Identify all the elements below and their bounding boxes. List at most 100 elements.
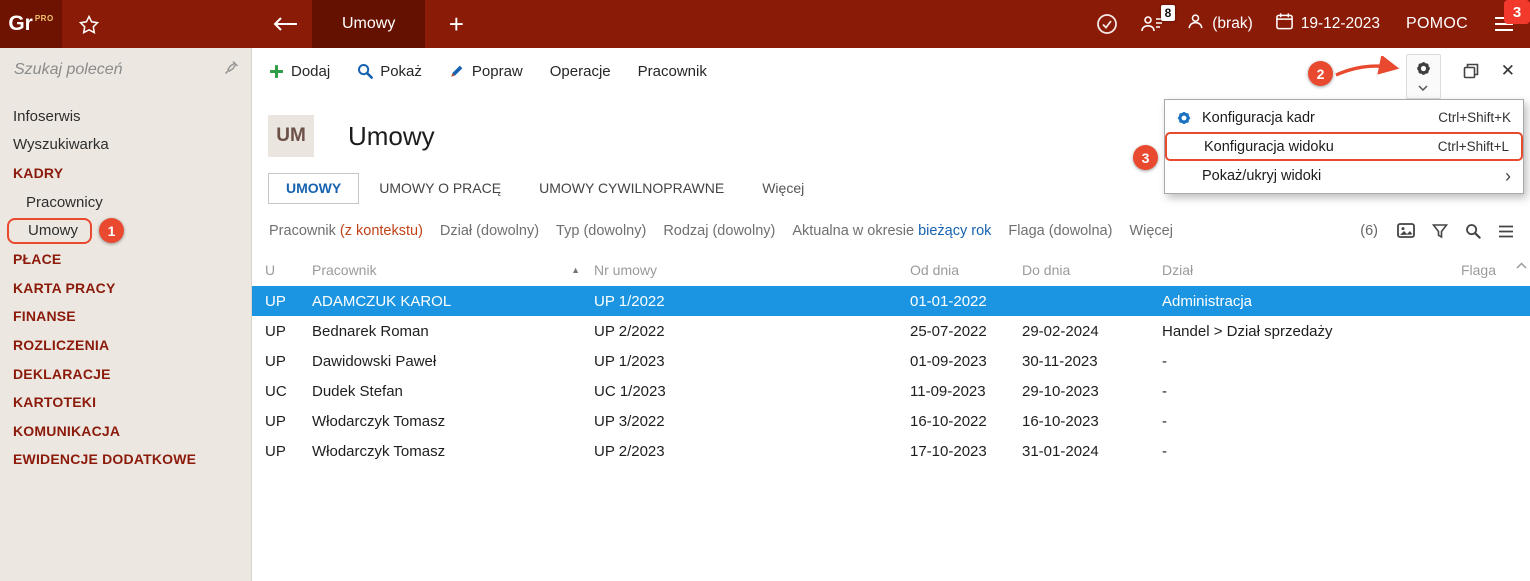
list-menu-icon[interactable] xyxy=(1498,225,1514,238)
table-body: UPADAMCZUK KAROLUP 1/202201-01-2022Admin… xyxy=(252,286,1530,466)
table-row-1[interactable]: UPADAMCZUK KAROLUP 1/202201-01-2022Admin… xyxy=(252,286,1530,316)
sidebar-item-komunikacja[interactable]: KOMUNIKACJA xyxy=(0,417,251,446)
cell-dzial: - xyxy=(1162,376,1442,406)
funnel-filter-icon[interactable] xyxy=(1432,223,1448,239)
table-row-6[interactable]: UPWłodarczyk TomaszUP 2/202317-10-202331… xyxy=(252,436,1530,466)
star-icon[interactable] xyxy=(62,15,116,34)
table-row-3[interactable]: UPDawidowski PawełUP 1/202301-09-202330-… xyxy=(252,346,1530,376)
settings-gear-icon[interactable] xyxy=(1406,54,1441,99)
toolbar-button-dodaj[interactable]: Dodaj xyxy=(269,63,330,80)
table-row-2[interactable]: UPBednarek RomanUP 2/202225-07-202229-02… xyxy=(252,316,1530,346)
filter-label: Flaga xyxy=(1008,223,1044,239)
menu-item-pokaz-ukryj-widoki[interactable]: Pokaż/ukryj widoki› xyxy=(1165,161,1523,190)
sidebar-item-infoserwis[interactable]: Infoserwis xyxy=(0,102,251,131)
filter-typ[interactable]: Typ (dowolny) xyxy=(556,223,646,239)
filter-flaga[interactable]: Flaga (dowolna) xyxy=(1008,223,1112,239)
table-row-5[interactable]: UPWłodarczyk TomaszUP 3/202216-10-202216… xyxy=(252,406,1530,436)
column-header-do-dnia[interactable]: Do dnia xyxy=(1022,254,1162,286)
check-circle-icon[interactable] xyxy=(1096,13,1118,35)
cell-pracownik: Włodarczyk Tomasz xyxy=(312,406,594,436)
logo-pro-badge: PRO xyxy=(35,14,54,23)
filter-label: Aktualna w okresie xyxy=(792,223,914,239)
restore-window-icon[interactable] xyxy=(1463,63,1479,79)
sidebar-item-pracownicy[interactable]: Pracownicy xyxy=(0,188,251,217)
column-header-label: Nr umowy xyxy=(594,262,657,278)
column-header-u[interactable]: U xyxy=(252,254,312,286)
view-tab-umowy[interactable]: UMOWY xyxy=(268,173,359,204)
chart-view-icon[interactable] xyxy=(1397,223,1415,239)
window-controls: ✕ xyxy=(1406,48,1530,94)
toolbar-button-operacje[interactable]: Operacje xyxy=(550,63,611,80)
cell-flaga xyxy=(1442,346,1530,376)
filter-dzial[interactable]: Dział (dowolny) xyxy=(440,223,539,239)
cell-nr-umowy: UC 1/2023 xyxy=(594,376,910,406)
date-indicator[interactable]: 19-12-2023 xyxy=(1275,12,1380,36)
filter-bar: Pracownik (z kontekstu) Dział (dowolny) Ty… xyxy=(252,216,1530,246)
cell-do-dnia: 29-10-2023 xyxy=(1022,376,1162,406)
pin-icon[interactable] xyxy=(224,60,239,80)
cell-nr-umowy: UP 3/2022 xyxy=(594,406,910,436)
column-header-nr-umowy[interactable]: Nr umowy xyxy=(594,254,910,286)
cell-nr-umowy: UP 1/2023 xyxy=(594,346,910,376)
chevron-down-icon xyxy=(1418,78,1428,96)
filter-value: (dowolna) xyxy=(1045,223,1113,239)
command-search-input[interactable]: Szukaj poleceń xyxy=(0,48,251,92)
view-tab-umowy-cywilnoprawne[interactable]: UMOWY CYWILNOPRAWNE xyxy=(521,173,742,204)
column-header-flaga[interactable]: Flaga xyxy=(1442,254,1530,286)
sidebar-item-place[interactable]: PŁACE xyxy=(0,245,251,274)
sidebar-item-kadry[interactable]: KADRY xyxy=(0,159,251,188)
sidebar-item-finanse[interactable]: FINANSE xyxy=(0,302,251,331)
notification-badge[interactable]: 3 xyxy=(1504,0,1530,24)
column-header-label: Flaga xyxy=(1461,262,1496,278)
filter-wiecej[interactable]: Więcej xyxy=(1129,223,1173,239)
settings-gear-icon xyxy=(1175,109,1202,127)
menu-item-konfiguracja-widoku[interactable]: Konfiguracja widokuCtrl+Shift+L xyxy=(1165,132,1523,161)
cell-flaga xyxy=(1442,316,1530,346)
user-indicator[interactable]: (brak) xyxy=(1186,12,1252,36)
column-header-od-dnia[interactable]: Od dnia xyxy=(910,254,1022,286)
column-header-label: U xyxy=(265,262,275,278)
view-tab-wiecej[interactable]: Więcej xyxy=(744,173,822,204)
open-tab-umowy[interactable]: Umowy xyxy=(312,0,425,48)
sidebar-item-ewidencje-dodatkowe[interactable]: EWIDENCJE DODATKOWE xyxy=(0,445,251,474)
sidebar-item-label: KOMUNIKACJA xyxy=(13,423,120,439)
annotation-step-2: 2 xyxy=(1308,61,1333,86)
cell-nr-umowy: UP 2/2023 xyxy=(594,436,910,466)
sidebar-item-kartoteki[interactable]: KARTOTEKI xyxy=(0,388,251,417)
menu-item-konfiguracja-kadr[interactable]: Konfiguracja kadrCtrl+Shift+K xyxy=(1165,103,1523,132)
new-tab-plus-icon[interactable]: + xyxy=(441,11,471,37)
view-tab-umowy-o-prace[interactable]: UMOWY O PRACĘ xyxy=(361,173,519,204)
sidebar-item-umowy[interactable]: Umowy1 xyxy=(0,216,251,245)
sidebar-item-deklaracje[interactable]: DEKLARACJE xyxy=(0,359,251,388)
cell-u: UP xyxy=(252,316,312,346)
app-logo[interactable]: GrPRO xyxy=(0,0,62,48)
help-button[interactable]: POMOC xyxy=(1406,15,1468,33)
cell-flaga xyxy=(1442,406,1530,436)
toolbar-button-label: Dodaj xyxy=(291,63,330,80)
search-icon[interactable] xyxy=(1465,223,1481,239)
user-icon xyxy=(1186,12,1205,36)
toolbar-button-pokaz[interactable]: Pokaż xyxy=(357,63,422,80)
table-row-4[interactable]: UCDudek StefanUC 1/202311-09-202329-10-2… xyxy=(252,376,1530,406)
toolbar-button-popraw[interactable]: Popraw xyxy=(449,63,523,80)
cell-do-dnia: 30-11-2023 xyxy=(1022,346,1162,376)
filter-pracownik[interactable]: Pracownik (z kontekstu) xyxy=(269,223,423,239)
column-header-label: Pracownik xyxy=(312,262,377,278)
filter-rodzaj[interactable]: Rodzaj (dowolny) xyxy=(663,223,775,239)
toolbar-button-pracownik[interactable]: Pracownik xyxy=(638,63,707,80)
sidebar-item-wyszukiwarka[interactable]: Wyszukiwarka xyxy=(0,131,251,160)
sidebar-item-rozliczenia[interactable]: ROZLICZENIA xyxy=(0,331,251,360)
column-header-pracownik[interactable]: Pracownik▲ xyxy=(312,254,594,286)
employees-report-icon[interactable]: 8 xyxy=(1140,14,1164,34)
cell-dzial: - xyxy=(1162,406,1442,436)
filter-aktualna-w-okresie[interactable]: Aktualna w okresie bieżący rok xyxy=(792,223,991,239)
cell-pracownik: ADAMCZUK KAROL xyxy=(312,286,594,316)
sidebar-item-karta-pracy[interactable]: KARTA PRACY xyxy=(0,274,251,303)
sidebar-item-label: FINANSE xyxy=(13,308,76,324)
cell-od-dnia: 17-10-2023 xyxy=(910,436,1022,466)
close-icon[interactable]: ✕ xyxy=(1501,61,1515,81)
back-arrow-icon[interactable] xyxy=(272,16,298,32)
page-title: Umowy xyxy=(348,121,435,152)
column-header-dzial[interactable]: Dział xyxy=(1162,254,1442,286)
scroll-up-icon[interactable] xyxy=(1516,262,1527,269)
